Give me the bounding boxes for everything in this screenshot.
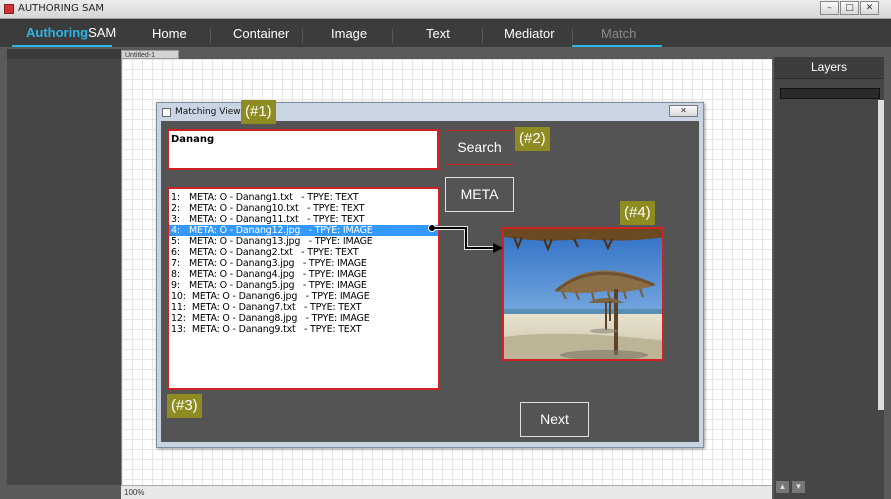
dialog-title: Matching View (175, 107, 241, 117)
result-number: 5: (171, 236, 180, 247)
image-preview (502, 227, 664, 361)
result-text: META: O - Danang6.jpg - TPYE: IMAGE (189, 291, 370, 302)
layers-title: Layers (774, 57, 884, 79)
window-titlebar: AUTHORING SAM – □ ✕ (0, 0, 891, 19)
result-row[interactable]: 1: META: O - Danang1.txt - TPYE: TEXT (169, 192, 438, 203)
result-row[interactable]: 12: META: O - Danang8.jpg - TPYE: IMAGE (169, 313, 438, 324)
result-row[interactable]: 4: META: O - Danang12.jpg - TPYE: IMAGE (169, 225, 438, 236)
result-text: META: O - Danang13.jpg - TPYE: IMAGE (189, 236, 373, 247)
layers-scrollbar[interactable] (878, 100, 884, 410)
result-number: 10: (171, 291, 186, 302)
zoom-level: 100% (124, 488, 145, 497)
left-panel (7, 49, 121, 485)
result-text: META: O - Danang12.jpg - TPYE: IMAGE (189, 225, 373, 236)
brand-logo: AuthoringSAM (26, 25, 116, 40)
result-text: META: O - Danang5.jpg - TPYE: IMAGE (189, 280, 367, 291)
minimize-button[interactable]: – (820, 1, 839, 15)
result-number: 7: (171, 258, 180, 269)
menu-image[interactable]: Image (331, 26, 367, 41)
result-text: META: O - Danang8.jpg - TPYE: IMAGE (189, 313, 370, 324)
search-query-input[interactable]: Danang (167, 129, 439, 170)
result-text: META: O - Danang1.txt - TPYE: TEXT (189, 192, 359, 203)
result-number: 8: (171, 269, 180, 280)
document-tab[interactable]: Untitled-1 (121, 50, 179, 59)
brand-underline (12, 45, 112, 47)
layer-item[interactable] (780, 88, 880, 99)
move-down-icon[interactable]: ▼ (792, 481, 805, 493)
result-row[interactable]: 7: META: O - Danang3.jpg - TPYE: IMAGE (169, 258, 438, 269)
annotation-tag-4: (#4) (620, 201, 655, 225)
next-button[interactable]: Next (520, 402, 589, 437)
result-number: 11: (171, 302, 186, 313)
result-number: 6: (171, 247, 180, 258)
maximize-button[interactable]: □ (840, 1, 859, 15)
window-controls: – □ ✕ (820, 1, 879, 15)
result-number: 9: (171, 280, 180, 291)
close-button[interactable]: ✕ (860, 1, 879, 15)
result-row[interactable]: 11: META: O - Danang7.txt - TPYE: TEXT (169, 302, 438, 313)
result-row[interactable]: 6: META: O - Danang2.txt - TPYE: TEXT (169, 247, 438, 258)
meta-button[interactable]: META (445, 177, 514, 212)
move-up-icon[interactable]: ▲ (776, 481, 789, 493)
result-number: 2: (171, 203, 180, 214)
menu-divider (302, 29, 303, 43)
result-row[interactable]: 9: META: O - Danang5.jpg - TPYE: IMAGE (169, 280, 438, 291)
app-title: AUTHORING SAM (4, 3, 104, 14)
app-title-text: AUTHORING SAM (18, 3, 104, 14)
menu-bar: AuthoringSAM Home Container Image Text M… (0, 19, 891, 47)
dialog-close-button[interactable]: ✕ (669, 105, 698, 117)
dialog-icon (162, 108, 171, 117)
menu-divider (210, 29, 211, 43)
result-number: 4: (171, 225, 180, 236)
menu-divider (572, 29, 573, 43)
result-text: META: O - Danang10.txt - TPYE: TEXT (189, 203, 365, 214)
result-row[interactable]: 13: META: O - Danang9.txt - TPYE: TEXT (169, 324, 438, 335)
result-text: META: O - Danang7.txt - TPYE: TEXT (189, 302, 362, 313)
result-text: META: O - Danang2.txt - TPYE: TEXT (189, 247, 359, 258)
beach-umbrella-image (504, 229, 662, 359)
result-row[interactable]: 3: META: O - Danang11.txt - TPYE: TEXT (169, 214, 438, 225)
active-tab-underline (572, 45, 662, 47)
menu-divider (392, 29, 393, 43)
result-row[interactable]: 8: META: O - Danang4.jpg - TPYE: IMAGE (169, 269, 438, 280)
menu-divider (482, 29, 483, 43)
result-text: META: O - Danang4.jpg - TPYE: IMAGE (189, 269, 367, 280)
result-text: META: O - Danang11.txt - TPYE: TEXT (189, 214, 365, 225)
result-row[interactable]: 5: META: O - Danang13.jpg - TPYE: IMAGE (169, 236, 438, 247)
result-number: 3: (171, 214, 180, 225)
app-icon (4, 3, 14, 14)
result-number: 12: (171, 313, 186, 324)
result-row[interactable]: 10: META: O - Danang6.jpg - TPYE: IMAGE (169, 291, 438, 302)
search-button[interactable]: Search (445, 130, 514, 165)
results-list[interactable]: 1: META: O - Danang1.txt - TPYE: TEXT 2: ME… (167, 187, 440, 390)
brand-text-sam: SAM (88, 25, 117, 40)
layer-order-controls: ▲ ▼ (776, 481, 805, 493)
status-bar: 100% (121, 485, 772, 499)
menu-container[interactable]: Container (233, 26, 289, 41)
brand-text-authoring: Authoring (26, 25, 89, 40)
menu-match[interactable]: Match (601, 26, 636, 41)
result-row[interactable]: 2: META: O - Danang10.txt - TPYE: TEXT (169, 203, 438, 214)
result-text: META: O - Danang9.txt - TPYE: TEXT (189, 324, 362, 335)
menu-home[interactable]: Home (152, 26, 187, 41)
annotation-tag-3: (#3) (167, 394, 202, 418)
result-number: 13: (171, 324, 186, 335)
menu-text[interactable]: Text (426, 26, 450, 41)
layers-panel: Layers ▲ ▼ (774, 57, 884, 499)
annotation-tag-2: (#2) (515, 127, 550, 151)
menu-mediator[interactable]: Mediator (504, 26, 555, 41)
result-text: META: O - Danang3.jpg - TPYE: IMAGE (189, 258, 367, 269)
annotation-tag-1: (#1) (241, 100, 276, 124)
result-number: 1: (171, 192, 180, 203)
left-panel-header (7, 49, 121, 59)
